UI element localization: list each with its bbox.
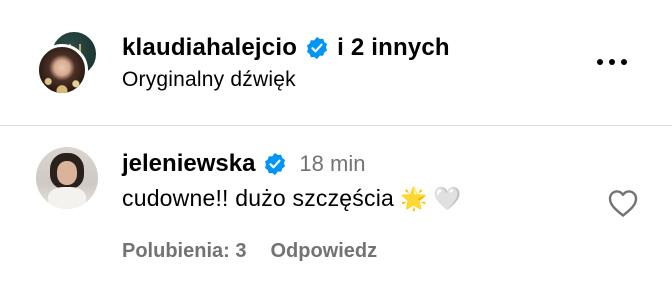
- likes-count-link[interactable]: Polubienia: 3: [122, 240, 246, 263]
- comment-body: cudowne!! dużo szczęścia: [122, 185, 394, 211]
- more-dot: [621, 59, 627, 65]
- more-dot: [609, 59, 615, 65]
- post-header: klaudiahalejcio i 2 innych Oryginalny dź…: [0, 0, 672, 126]
- audio-link[interactable]: Oryginalny dźwięk: [122, 68, 296, 92]
- more-options-button[interactable]: [594, 54, 630, 70]
- comment-username[interactable]: jeleniewska: [122, 150, 255, 178]
- glowing-star-emoji: 🌟: [400, 185, 428, 211]
- like-heart-icon[interactable]: [606, 187, 640, 219]
- author-username[interactable]: klaudiahalejcio: [122, 34, 297, 62]
- comment-header: jeleniewska 18 min: [122, 149, 365, 179]
- reply-button[interactable]: Odpowiedz: [270, 240, 377, 263]
- comment-actions: Polubienia: 3 Odpowiedz: [122, 240, 377, 263]
- comment-item: jeleniewska 18 min cudowne!! dużo szczęś…: [0, 127, 672, 306]
- verified-badge-icon: [307, 36, 328, 60]
- avatar-klaudiahalejcio[interactable]: [36, 44, 88, 96]
- collab-avatars[interactable]: [32, 30, 102, 100]
- verified-badge-icon: [265, 152, 286, 176]
- comment-text: cudowne!! dużo szczęścia 🌟 🤍: [122, 185, 461, 212]
- author-row: klaudiahalejcio i 2 innych: [122, 30, 450, 66]
- white-heart-emoji: 🤍: [433, 185, 462, 211]
- more-horizontal-icon: [597, 59, 603, 65]
- comment-timestamp[interactable]: 18 min: [299, 151, 365, 177]
- avatar-jeleniewska[interactable]: [36, 147, 98, 209]
- collaborators-link[interactable]: i 2 innych: [337, 34, 450, 62]
